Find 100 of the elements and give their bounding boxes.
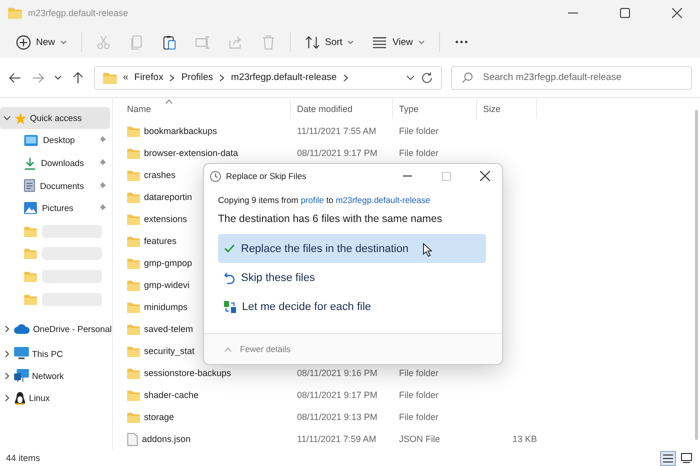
type-cell: File folder: [399, 148, 439, 158]
swap-icon: [224, 300, 236, 312]
type-cell: File folder: [399, 390, 439, 400]
caret-icon: [418, 40, 425, 44]
date-cell: 11/11/2021 7:59 AM: [297, 434, 376, 444]
nav-item[interactable]: Documents: [0, 174, 110, 198]
chevron-right-icon[interactable]: [3, 394, 11, 402]
cursor-icon: [423, 243, 432, 257]
file-name[interactable]: sessionstore-backups: [113, 368, 291, 378]
file-name[interactable]: addons.json: [113, 432, 291, 446]
chevron-right-icon[interactable]: [3, 324, 11, 332]
nav-item[interactable]: Quick access: [0, 107, 110, 129]
details-view-button[interactable]: [660, 450, 676, 466]
folder-icon: [127, 126, 140, 136]
monitor-icon: [14, 347, 29, 360]
chevron-down-icon[interactable]: [406, 74, 415, 80]
dialog-heading: The destination has 6 files with the same names: [218, 212, 444, 226]
chevron-right-icon[interactable]: [3, 372, 11, 380]
sort-button[interactable]: Sort: [297, 29, 362, 55]
chevron-down-icon[interactable]: [54, 74, 62, 80]
folder-icon: [103, 72, 117, 84]
search-input[interactable]: Search m23rfegp.default-release: [481, 71, 681, 84]
file-name[interactable]: saved-telem: [113, 324, 291, 334]
close-icon: [480, 171, 490, 181]
maximize-icon: [620, 8, 630, 18]
new-button[interactable]: New: [8, 29, 76, 55]
fewer-details-button[interactable]: Fewer details: [240, 344, 291, 354]
chevron-down-icon[interactable]: [3, 114, 11, 122]
folder-icon: [127, 258, 140, 268]
nav-item[interactable]: Downloads: [0, 152, 110, 174]
file-name[interactable]: browser-extension-data: [113, 148, 291, 158]
copy-summary: Copying 9 items from profile to m23rfegp.default-release: [218, 194, 432, 206]
address-bar[interactable]: « Firefox Profiles m23rfegp.default-release: [94, 66, 442, 90]
destination-link[interactable]: m23rfegp.default-release: [336, 195, 430, 205]
file-name[interactable]: bookmarkbackups: [113, 126, 291, 136]
nav-item[interactable]: Linux: [0, 386, 110, 408]
caret-icon: [60, 40, 68, 44]
sort-icon: [305, 34, 320, 50]
minimize-icon: [568, 12, 578, 14]
download-icon: [24, 156, 36, 170]
refresh-icon[interactable]: [421, 72, 433, 84]
view-button[interactable]: View: [364, 29, 433, 55]
back-icon[interactable]: [8, 70, 22, 84]
folder-icon: [127, 236, 140, 246]
new-icon: [16, 34, 31, 50]
breadcrumb[interactable]: Profiles: [181, 72, 214, 83]
folder-icon: [24, 248, 37, 260]
folder-icon: [24, 294, 37, 305]
source-link[interactable]: profile: [300, 195, 324, 205]
undo-icon: [224, 272, 235, 284]
type-cell: JSON File: [399, 434, 440, 444]
nav-item[interactable]: This PC: [0, 342, 110, 364]
up-arrow-icon[interactable]: [71, 70, 85, 84]
type-cell: File folder: [399, 126, 439, 136]
window-title: m23rfegp.default-release: [28, 8, 130, 18]
network-icon: [14, 369, 29, 382]
view-icon: [372, 34, 388, 50]
file-icon: [127, 432, 138, 446]
close-icon: [672, 8, 682, 18]
folder-icon: [127, 214, 140, 224]
folder-icon: [127, 302, 140, 312]
option-button[interactable]: Replace the files in the destination: [218, 234, 486, 263]
tiles-view-button[interactable]: [678, 450, 694, 466]
file-name[interactable]: storage: [113, 412, 291, 422]
file-name[interactable]: shader-cache: [113, 390, 291, 400]
nav-item[interactable]: OneDrive - Personal: [0, 314, 110, 342]
document-icon: [24, 179, 35, 192]
type-cell: File folder: [399, 368, 439, 378]
type-cell: File folder: [399, 412, 439, 422]
nav-item[interactable]: Desktop: [0, 129, 110, 152]
folder-icon: [8, 7, 22, 19]
list-icon: [663, 454, 673, 462]
breadcrumb[interactable]: Firefox: [134, 72, 164, 83]
breadcrumb[interactable]: m23rfegp.default-release: [231, 72, 337, 83]
delete-icon: [261, 34, 276, 50]
option-button[interactable]: Let me decide for each file: [218, 292, 486, 321]
maximize-icon: [442, 172, 450, 180]
search-field[interactable]: Search m23rfegp.default-release: [451, 66, 692, 90]
folder-icon: [127, 280, 140, 290]
date-cell: 08/11/2021 9:13 PM: [297, 412, 378, 422]
clock-icon: [210, 170, 221, 182]
folder-icon: [127, 346, 140, 356]
star-icon: [14, 112, 27, 124]
folder-icon: [127, 412, 140, 422]
monitor-icon: [680, 453, 692, 463]
nav-item[interactable]: Pictures: [0, 197, 110, 220]
forward-icon[interactable]: [31, 70, 45, 84]
checkmark-icon: [224, 244, 235, 253]
column-header[interactable]: Type: [393, 99, 477, 119]
column-header[interactable]: Date modified: [291, 99, 393, 119]
desktop-icon: [24, 134, 38, 146]
scrollbar[interactable]: [695, 110, 698, 440]
overflow-crumb[interactable]: «: [123, 72, 128, 83]
cloud-icon: [14, 324, 30, 334]
column-header[interactable]: Name: [113, 99, 291, 119]
date-cell: 08/11/2021 9:17 PM: [297, 390, 378, 400]
nav-item[interactable]: Network: [0, 364, 110, 386]
column-header[interactable]: Size: [477, 99, 537, 119]
chevron-right-icon[interactable]: [3, 350, 11, 358]
chevron-right-icon: [169, 74, 176, 82]
